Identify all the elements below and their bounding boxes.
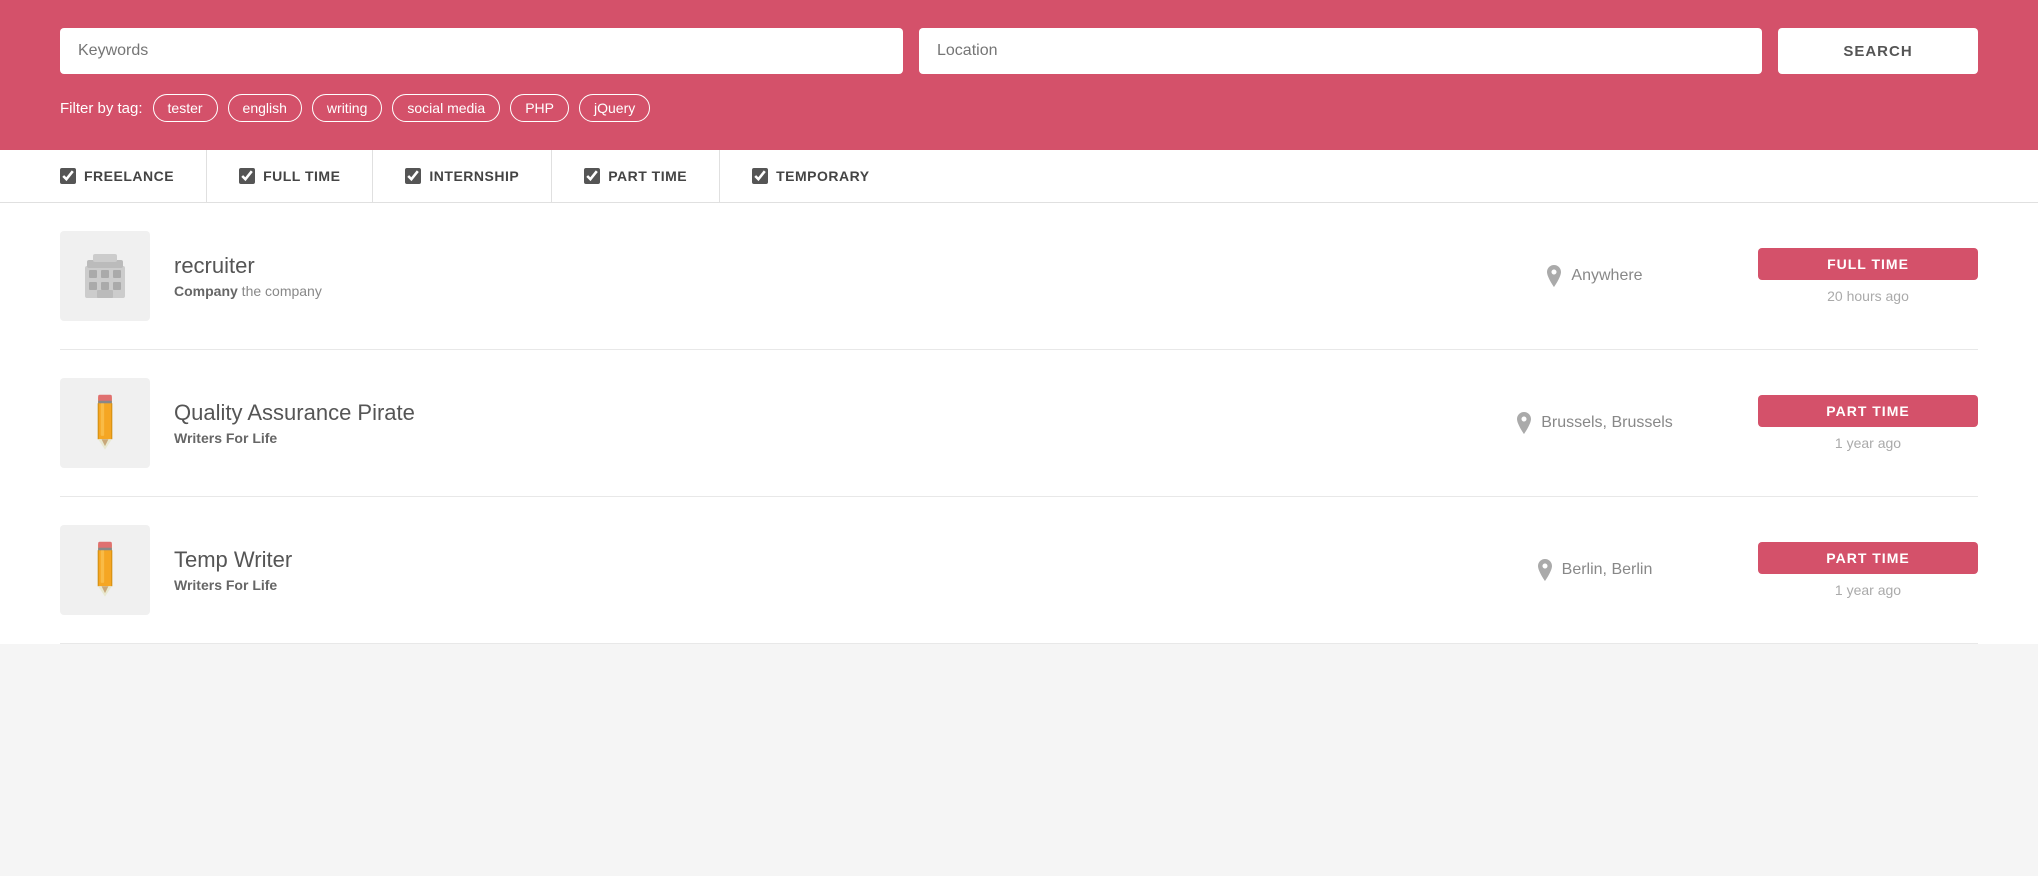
tags-container: tester english writing social media PHP jQuer…	[153, 94, 651, 122]
tag-button[interactable]: tester	[153, 94, 218, 122]
filter-label: INTERNSHIP	[429, 168, 519, 184]
tag-button[interactable]: jQuery	[579, 94, 650, 122]
job-icon	[60, 378, 150, 468]
filter-checkbox-item[interactable]: FULL TIME	[239, 150, 373, 202]
job-row[interactable]: recruiter Company the company Anywhere FUL…	[60, 203, 1978, 350]
job-posted-time: 1 year ago	[1758, 435, 1978, 451]
job-location: Berlin, Berlin	[1454, 559, 1734, 581]
job-company: Writers For Life	[174, 430, 1430, 446]
job-company: Writers For Life	[174, 577, 1430, 593]
location-input[interactable]	[919, 28, 1762, 74]
keywords-input[interactable]	[60, 28, 903, 74]
filters-bar: FREELANCE FULL TIME INTERNSHIP PART TIME TEM…	[0, 150, 2038, 203]
filter-checkbox-item[interactable]: FREELANCE	[60, 150, 207, 202]
tag-button[interactable]: writing	[312, 94, 382, 122]
job-info: recruiter Company the company	[174, 253, 1430, 299]
job-meta: PART TIME 1 year ago	[1758, 395, 1978, 451]
job-icon	[60, 231, 150, 321]
search-button[interactable]: SEARCH	[1778, 28, 1978, 74]
job-title: recruiter	[174, 253, 1430, 279]
tag-button[interactable]: english	[228, 94, 302, 122]
filter-checkbox[interactable]	[405, 168, 421, 184]
job-title: Quality Assurance Pirate	[174, 400, 1430, 426]
job-location: Brussels, Brussels	[1454, 412, 1734, 434]
filter-label: FULL TIME	[263, 168, 340, 184]
job-row[interactable]: Temp Writer Writers For Life Berlin, Berl…	[60, 497, 1978, 644]
search-row: SEARCH	[60, 28, 1978, 74]
filter-checkbox-item[interactable]: PART TIME	[584, 150, 720, 202]
jobs-container: recruiter Company the company Anywhere FUL…	[0, 203, 2038, 644]
filter-label: FREELANCE	[84, 168, 174, 184]
filter-checkbox[interactable]	[752, 168, 768, 184]
job-info: Quality Assurance Pirate Writers For Life	[174, 400, 1430, 446]
job-title: Temp Writer	[174, 547, 1430, 573]
tag-filter-row: Filter by tag: tester english writing socia…	[60, 94, 1978, 122]
job-posted-time: 20 hours ago	[1758, 288, 1978, 304]
tag-button[interactable]: PHP	[510, 94, 569, 122]
filter-label: TEMPORARY	[776, 168, 869, 184]
filter-label: PART TIME	[608, 168, 687, 184]
job-posted-time: 1 year ago	[1758, 582, 1978, 598]
tag-button[interactable]: social media	[392, 94, 500, 122]
job-meta: FULL TIME 20 hours ago	[1758, 248, 1978, 304]
job-icon	[60, 525, 150, 615]
location-text: Berlin, Berlin	[1562, 561, 1653, 579]
header: SEARCH Filter by tag: tester english writi…	[0, 0, 2038, 150]
filter-checkbox-item[interactable]: TEMPORARY	[752, 150, 901, 202]
job-type-badge: PART TIME	[1758, 395, 1978, 427]
job-info: Temp Writer Writers For Life	[174, 547, 1430, 593]
job-company: Company the company	[174, 283, 1430, 299]
job-location: Anywhere	[1454, 265, 1734, 287]
filter-checkbox-item[interactable]: INTERNSHIP	[405, 150, 552, 202]
location-text: Brussels, Brussels	[1541, 414, 1673, 432]
job-type-badge: PART TIME	[1758, 542, 1978, 574]
filter-by-label: Filter by tag:	[60, 100, 143, 117]
filter-checkbox[interactable]	[60, 168, 76, 184]
job-meta: PART TIME 1 year ago	[1758, 542, 1978, 598]
job-row[interactable]: Quality Assurance Pirate Writers For Life…	[60, 350, 1978, 497]
filter-checkbox[interactable]	[584, 168, 600, 184]
job-type-badge: FULL TIME	[1758, 248, 1978, 280]
location-text: Anywhere	[1571, 267, 1642, 285]
filter-checkbox[interactable]	[239, 168, 255, 184]
